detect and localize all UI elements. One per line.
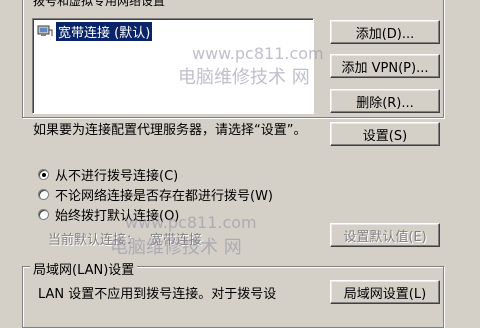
dialup-group-label: 拨号和虚拟专用网络设置 <box>30 0 169 9</box>
add-button[interactable]: 添加(D)... <box>330 20 440 44</box>
dial-option-never[interactable]: 从不进行拨号连接(C) <box>38 165 178 184</box>
current-default-value: 宽带连接 <box>150 233 203 248</box>
remove-button[interactable]: 删除(R)... <box>330 89 440 113</box>
lan-group-label: 局域网(LAN)设置 <box>30 259 138 278</box>
connection-item[interactable]: 宽带连接 (默认) <box>37 20 154 42</box>
radio-default[interactable] <box>38 209 49 220</box>
radio-never[interactable] <box>38 169 49 180</box>
connection-item-label: 宽带连接 (默认) <box>54 20 154 42</box>
dial-option-always-when-no-network[interactable]: 不论网络连接是否存在都进行拨号(W) <box>38 185 273 204</box>
proxy-settings-button[interactable]: 设置(S) <box>330 122 440 146</box>
lan-description: LAN 设置不应用到拨号连接。对于拨号设 <box>38 287 277 302</box>
current-default-label: 当前默认连接： <box>48 233 140 248</box>
dial-option-whenever-label: 不论网络连接是否存在都进行拨号(W) <box>55 189 273 204</box>
network-connection-icon <box>37 24 53 38</box>
lan-settings-button[interactable]: 局域网设置(L) <box>330 280 440 304</box>
proxy-hint-text: 如果要为连接配置代理服务器，请选择“设置”。 <box>33 123 307 138</box>
dial-option-never-label: 从不进行拨号连接(C) <box>55 169 179 184</box>
set-default-button[interactable]: 设置默认值(E) <box>330 223 440 247</box>
connections-listbox[interactable]: 宽带连接 (默认) <box>32 18 314 114</box>
proxy-hint: 如果要为连接配置代理服务器，请选择“设置”。 <box>33 123 318 139</box>
dial-option-default-label: 始终拨打默认连接(O) <box>55 209 180 224</box>
add-vpn-button[interactable]: 添加 VPN(P)... <box>330 54 440 78</box>
radio-dial-whenever[interactable] <box>38 189 49 200</box>
dial-option-default[interactable]: 始终拨打默认连接(O) <box>38 205 179 224</box>
